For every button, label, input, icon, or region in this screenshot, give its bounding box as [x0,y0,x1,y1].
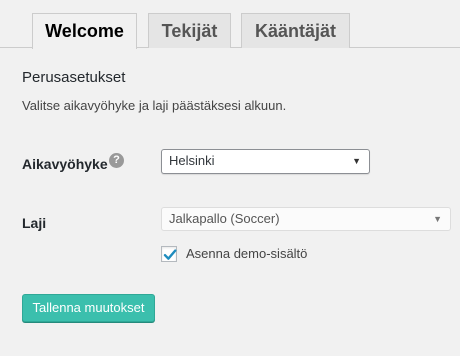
tab-welcome[interactable]: Welcome [32,13,137,49]
checkmark-icon [163,249,177,260]
timezone-select[interactable]: Helsinki ▼ [161,149,370,174]
sport-select-value: Jalkapallo (Soccer) [169,211,280,226]
triangle-down-icon: ▼ [433,214,442,224]
question-circle-icon[interactable]: ? [109,153,124,168]
timezone-label: Aikavyöhyke [22,156,108,172]
demo-content-label[interactable]: Asenna demo-sisältö [186,246,307,261]
sport-select[interactable]: Jalkapallo (Soccer) ▼ [161,207,451,231]
tab-kaantajat[interactable]: Kääntäjät [241,13,350,48]
demo-content-checkbox[interactable] [161,246,177,262]
settings-page: Welcome Tekijät Kääntäjät Perusasetukset… [0,0,460,356]
sport-label: Laji [22,215,47,231]
triangle-down-icon: ▼ [352,156,361,166]
section-title: Perusasetukset [22,69,126,86]
save-button[interactable]: Tallenna muutokset [22,294,155,322]
tab-tekijat[interactable]: Tekijät [148,13,231,48]
tab-bar: Welcome Tekijät Kääntäjät [0,0,460,49]
timezone-select-value: Helsinki [169,153,215,168]
section-description: Valitse aikavyöhyke ja laji päästäksesi … [22,98,287,113]
